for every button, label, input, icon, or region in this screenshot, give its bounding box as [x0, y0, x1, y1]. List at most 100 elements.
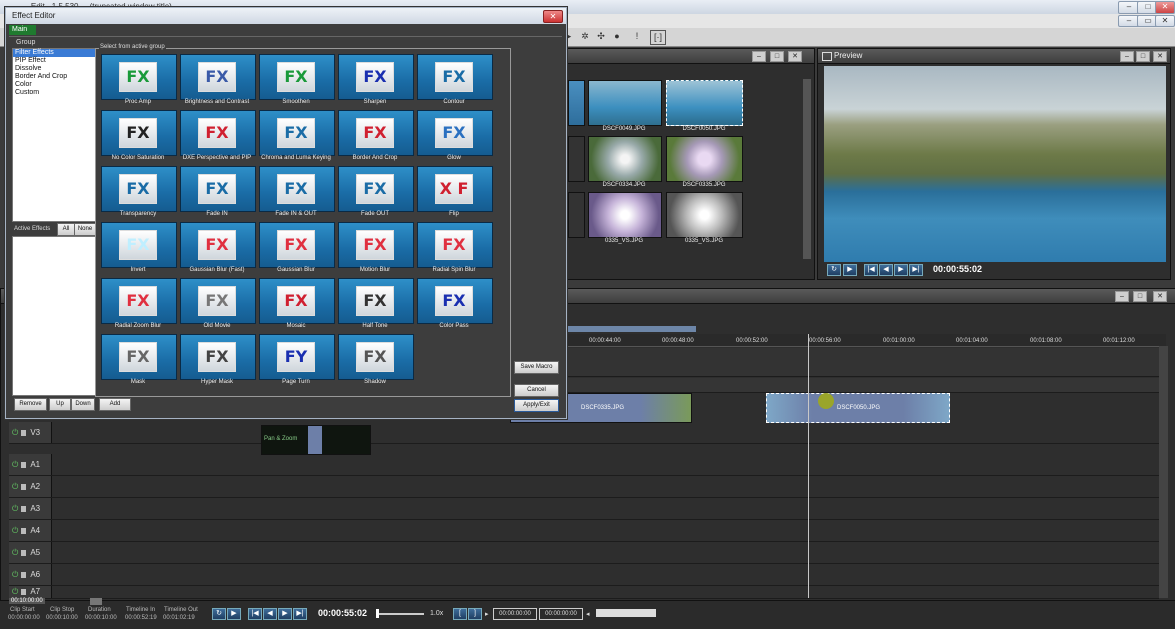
timeline-minimize-button[interactable]: –	[1115, 291, 1129, 302]
timeline-clip-selected[interactable]: DSCF0050.JPG	[766, 393, 950, 423]
effect-button[interactable]: FX	[338, 166, 414, 212]
effect-button[interactable]: FX	[417, 278, 493, 324]
effect-button[interactable]: FX	[259, 278, 335, 324]
preview-minimize-button[interactable]: –	[1120, 51, 1134, 62]
thumbnail-sea-1[interactable]	[588, 80, 662, 126]
power-icon[interactable]: ⏻	[12, 428, 18, 437]
select-all-button[interactable]: All	[57, 223, 75, 236]
timeline-close-button[interactable]: ✕	[1153, 291, 1167, 302]
thumbnail-flower-3[interactable]	[588, 192, 662, 238]
effect-button[interactable]: FX	[259, 222, 335, 268]
effect-button[interactable]: FX	[101, 222, 177, 268]
fx-settings-icon[interactable]: ✣	[594, 30, 608, 43]
thumbnail-partial-3[interactable]	[568, 192, 585, 238]
group-item[interactable]: Custom	[13, 89, 95, 97]
group-list[interactable]: Filter Effects PIP Effect Dissolve Borde…	[12, 48, 96, 222]
record-icon[interactable]: ●	[610, 30, 624, 43]
effect-button[interactable]: FX	[338, 278, 414, 324]
effect-button[interactable]: FX	[180, 278, 256, 324]
shuttle-slider[interactable]	[376, 613, 424, 615]
thumbnail-flower-2[interactable]	[666, 136, 743, 182]
effect-button[interactable]: FY	[259, 334, 335, 380]
power-icon[interactable]: ⏻	[12, 504, 18, 513]
power-icon[interactable]: ⏻	[12, 460, 18, 469]
timeline-range-bar[interactable]	[566, 326, 696, 332]
lock-icon[interactable]	[21, 588, 27, 595]
arrow-left-icon[interactable]: ◂	[586, 610, 590, 618]
step-forward-button[interactable]: ▶	[894, 264, 908, 276]
save-macro-button[interactable]: Save Macro	[514, 361, 559, 374]
up-button[interactable]: Up	[49, 398, 71, 411]
tab-main[interactable]: Main	[9, 25, 36, 35]
go-start-button[interactable]: |◀	[248, 608, 262, 620]
power-icon[interactable]: ⏻	[12, 526, 18, 535]
effect-button[interactable]: FX	[417, 54, 493, 100]
timeline-hscroll-thumb[interactable]	[90, 598, 102, 605]
power-icon[interactable]: ⏻	[12, 587, 18, 596]
effect-button[interactable]: FX	[338, 54, 414, 100]
loop-button[interactable]: ↻	[212, 608, 226, 620]
effect-button[interactable]: FX	[259, 166, 335, 212]
effect-button[interactable]: FX	[180, 54, 256, 100]
power-icon[interactable]: ⏻	[12, 482, 18, 491]
group-item[interactable]: Color	[13, 81, 95, 89]
zoom-slider[interactable]	[596, 609, 656, 617]
effect-editor-close-button[interactable]: ✕	[543, 10, 563, 23]
go-end-button[interactable]: ▶|	[293, 608, 307, 620]
effect-button[interactable]: FX	[338, 222, 414, 268]
track-area-upper[interactable]	[566, 348, 1166, 377]
effect-button[interactable]: FX	[101, 110, 177, 156]
title-clip[interactable]: Pan & Zoom	[261, 425, 371, 455]
effect-button[interactable]: FX	[417, 110, 493, 156]
track-area-v1[interactable]	[566, 378, 1166, 393]
effect-button[interactable]: FX	[180, 222, 256, 268]
apply-exit-button[interactable]: Apply/Exit	[514, 399, 559, 412]
media-bin-minimize-button[interactable]: –	[752, 51, 766, 62]
effect-button[interactable]: FX	[338, 334, 414, 380]
mark-out-button[interactable]: ]	[468, 608, 482, 620]
thumbnail-sea-2[interactable]	[666, 80, 743, 126]
snap-icon[interactable]: [·]	[650, 30, 666, 45]
thumbnail-flower-1[interactable]	[588, 136, 662, 182]
effect-button[interactable]: FX	[101, 166, 177, 212]
play-button[interactable]: ▶	[843, 264, 857, 276]
remove-button[interactable]: Remove	[14, 398, 47, 411]
preview-restore-button[interactable]: □	[1136, 51, 1150, 62]
effect-button[interactable]: FX	[101, 54, 177, 100]
track-a4[interactable]: ⏻ A4	[9, 520, 1159, 542]
group-item-selected[interactable]: Filter Effects	[13, 49, 95, 57]
effect-button[interactable]: FX	[101, 334, 177, 380]
marker-icon[interactable]: !	[630, 30, 644, 43]
track-a1[interactable]: ⏻ A1	[9, 454, 1159, 476]
lock-icon[interactable]	[21, 527, 27, 534]
track-a6[interactable]: ⏻ A6	[9, 564, 1159, 586]
effect-button[interactable]: FX	[180, 110, 256, 156]
mark-in-button[interactable]: [	[453, 608, 467, 620]
step-back-button[interactable]: ◀	[879, 264, 893, 276]
lock-icon[interactable]	[21, 549, 27, 556]
power-icon[interactable]: ⏻	[12, 570, 18, 579]
play-button[interactable]: ▶	[227, 608, 241, 620]
timeline-restore-button[interactable]: □	[1133, 291, 1147, 302]
track-v3[interactable]: ⏻ V3	[9, 422, 1159, 444]
lock-icon[interactable]	[21, 571, 27, 578]
track-a7[interactable]: ⏻ A7	[9, 586, 1159, 599]
effect-button[interactable]: FX	[180, 166, 256, 212]
go-end-button[interactable]: ▶|	[909, 264, 923, 276]
select-none-button[interactable]: None	[74, 223, 96, 236]
effect-button[interactable]: FX	[180, 334, 256, 380]
lock-icon[interactable]	[21, 505, 27, 512]
close-button[interactable]: ✕	[1155, 1, 1175, 14]
step-forward-button[interactable]: ▶	[278, 608, 292, 620]
media-bin-restore-button[interactable]: □	[770, 51, 784, 62]
shuttle-slider-handle[interactable]	[376, 609, 379, 618]
playhead[interactable]	[808, 334, 809, 598]
lock-icon[interactable]	[21, 429, 27, 436]
media-bin-scrollbar[interactable]	[803, 79, 811, 259]
effect-button[interactable]: FX	[259, 54, 335, 100]
step-back-button[interactable]: ◀	[263, 608, 277, 620]
active-effects-list[interactable]	[12, 236, 96, 396]
add-button[interactable]: Add	[99, 398, 131, 411]
effect-button[interactable]: FX	[338, 110, 414, 156]
thumbnail-partial[interactable]	[568, 80, 585, 126]
